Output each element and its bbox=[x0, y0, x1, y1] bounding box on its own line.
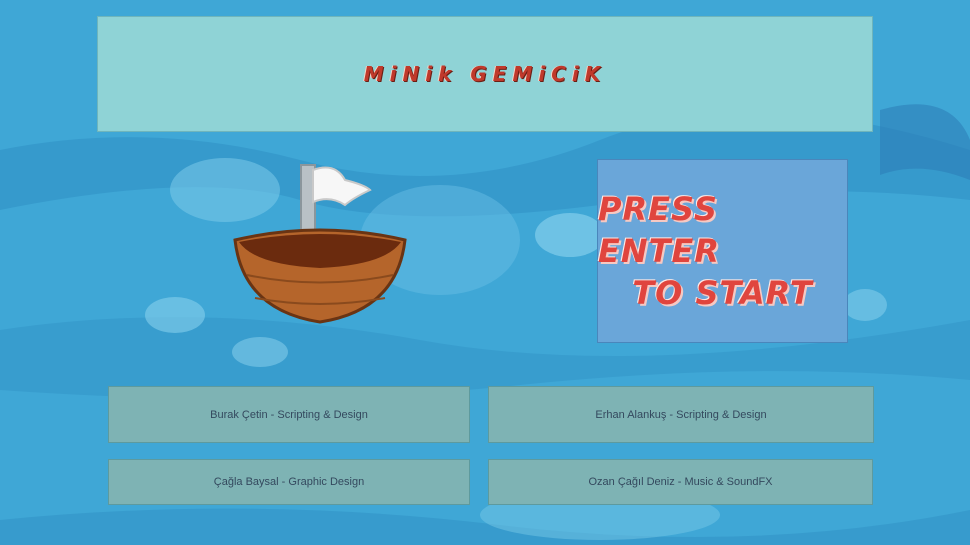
start-prompt-line2: TO START bbox=[632, 274, 813, 312]
credit-erhan: Erhan Alankuş - Scripting & Design bbox=[488, 386, 874, 443]
credit-ozan: Ozan Çağıl Deniz - Music & SoundFX bbox=[488, 459, 873, 505]
credit-burak: Burak Çetin - Scripting & Design bbox=[108, 386, 470, 443]
title-panel: MiNik GEMiCiK bbox=[97, 16, 873, 132]
game-title: MiNik GEMiCiK bbox=[363, 62, 607, 86]
press-enter-panel[interactable]: PRESS ENTER TO START bbox=[597, 159, 848, 343]
boat-illustration bbox=[233, 164, 407, 324]
start-prompt-line1: PRESS ENTER bbox=[598, 190, 720, 270]
credit-cagla: Çağla Baysal - Graphic Design bbox=[108, 459, 470, 505]
